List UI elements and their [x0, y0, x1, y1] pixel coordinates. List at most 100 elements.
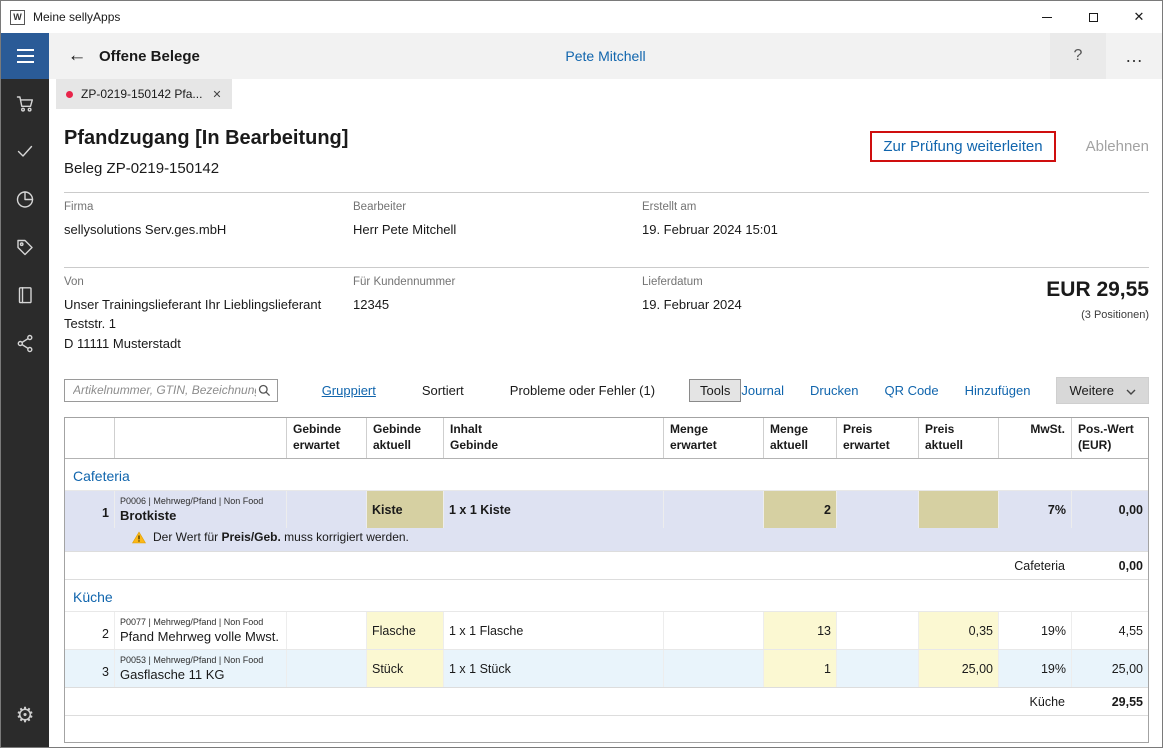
preis-aktuell-cell[interactable]	[919, 491, 999, 529]
tab-close-icon[interactable]: ✕	[212, 88, 221, 101]
help-button[interactable]: ?	[1050, 33, 1106, 79]
sorted-view-link[interactable]: Sortiert	[422, 383, 464, 398]
inhalt-gebinde-cell: 1 x 1 Flasche	[444, 612, 664, 650]
menge-aktuell-cell[interactable]: 13	[764, 612, 837, 650]
field-value: 19. Februar 2024 15:01	[642, 222, 778, 237]
field-label: Lieferdatum	[642, 275, 703, 288]
row-warning: Der Wert für Preis/Geb. muss korrigiert …	[65, 528, 1148, 552]
table-header-row: Gebinde erwartet Gebinde aktuell Inhalt Geb…	[65, 418, 1148, 460]
field-label: Bearbeiter	[353, 201, 407, 213]
mwst-cell: 19%	[999, 612, 1072, 650]
article-meta: P0006 | Mehrweg/Pfand | Non Food	[120, 496, 264, 507]
app-logo-icon: W	[10, 9, 25, 25]
window-title: Meine sellyApps	[33, 10, 121, 24]
minimize-icon	[1042, 16, 1052, 18]
sidebar-item-tasks[interactable]	[1, 127, 49, 175]
table-row[interactable]: 3 P0053 | Mehrweg/Pfand | Non Food Gasfl…	[65, 649, 1148, 688]
sidebar-item-documents[interactable]	[1, 271, 49, 319]
positions-count: (3 Positionen)	[1081, 308, 1149, 321]
gebinde-aktuell-cell[interactable]: Flasche	[367, 612, 444, 650]
article-name: Gasflasche 11 KG	[120, 667, 225, 683]
app-window: W Meine sellyApps ✕ ⚙ ← Offene Belege Pe…	[0, 0, 1163, 748]
more-actions-dropdown[interactable]: Weitere	[1056, 376, 1149, 404]
settings-button[interactable]: ⚙	[1, 691, 49, 739]
forward-for-review-button[interactable]: Zur Prüfung weiterleiten	[870, 131, 1056, 162]
document-content: Pfandzugang [In Bearbeitung] Beleg ZP-02…	[49, 109, 1162, 747]
chevron-down-icon	[1126, 383, 1136, 398]
field-label: Von	[64, 275, 84, 288]
search-input[interactable]	[71, 382, 258, 398]
group-subtotal-kueche: Küche 29,55	[65, 687, 1148, 717]
tab-strip: ZP-0219-150142 Pfa... ✕	[49, 79, 1162, 109]
menge-aktuell-cell[interactable]: 2	[764, 491, 837, 529]
preis-aktuell-cell[interactable]: 25,00	[919, 650, 999, 688]
sidebar-item-statistics[interactable]	[1, 175, 49, 223]
close-button[interactable]: ✕	[1116, 1, 1162, 33]
sidebar: ⚙	[1, 33, 49, 747]
maximize-button[interactable]	[1070, 1, 1116, 33]
article-meta: P0077 | Mehrweg/Pfand | Non Food	[120, 617, 264, 628]
gebinde-aktuell-cell[interactable]: Kiste	[367, 491, 444, 529]
problems-link[interactable]: Probleme oder Fehler (1)	[510, 383, 655, 398]
tag-icon	[17, 239, 33, 256]
field-bearbeiter: Bearbeiter Herr Pete Mitchell	[353, 201, 642, 240]
field-value: Herr Pete Mitchell	[353, 222, 457, 237]
article-name: Pfand Mehrweg volle Mwst.	[120, 629, 279, 645]
field-firma: Firma sellysolutions Serv.ges.mbH	[64, 201, 353, 240]
article-search[interactable]	[64, 378, 278, 402]
sidebar-item-cart[interactable]	[1, 79, 49, 127]
field-von: Von Unser Trainingslieferant Ihr Lieblin…	[64, 276, 353, 354]
article-cell: P0006 | Mehrweg/Pfand | Non Food Brotkis…	[115, 491, 287, 529]
tools-button[interactable]: Tools	[689, 378, 742, 402]
table-row[interactable]: 2 P0077 | Mehrweg/Pfand | Non Food Pfand…	[65, 611, 1148, 650]
header-article	[115, 418, 287, 459]
reject-button[interactable]: Ablehnen	[1086, 138, 1149, 155]
article-cell: P0053 | Mehrweg/Pfand | Non Food Gasflas…	[115, 650, 287, 688]
document-total: EUR 29,55 (3 Positionen)	[931, 276, 1149, 354]
print-link[interactable]: Drucken	[810, 383, 858, 398]
document-tab[interactable]: ZP-0219-150142 Pfa... ✕	[56, 79, 232, 109]
add-position-link[interactable]: Hinzufügen	[965, 383, 1031, 398]
page-title: Offene Belege	[99, 47, 200, 65]
group-subtotal-cafeteria: Cafeteria 0,00	[65, 551, 1148, 581]
header-menge-erwartet: Menge erwartet	[664, 418, 764, 459]
header-pos-wert: Pos.-Wert (EUR)	[1078, 422, 1134, 452]
preis-erwartet-cell	[837, 612, 919, 650]
gebinde-erwartet-cell	[287, 650, 367, 688]
document-actions: Zur Prüfung weiterleiten Ablehnen	[870, 131, 1149, 177]
menge-erwartet-cell	[664, 650, 764, 688]
group-header-kueche[interactable]: Küche	[65, 580, 1148, 611]
field-value: 19. Februar 2024	[642, 296, 742, 312]
hamburger-menu-button[interactable]	[1, 33, 49, 79]
sidebar-item-tags[interactable]	[1, 223, 49, 271]
table-row[interactable]: 1 P0006 | Mehrweg/Pfand | Non Food Brotk…	[65, 490, 1148, 529]
qr-code-link[interactable]: QR Code	[884, 383, 938, 398]
article-meta: P0053 | Mehrweg/Pfand | Non Food	[120, 655, 264, 666]
journal-link[interactable]: Journal	[741, 383, 784, 398]
sidebar-item-share[interactable]	[1, 319, 49, 367]
minimize-button[interactable]	[1024, 1, 1070, 33]
mwst-cell: 7%	[999, 491, 1072, 529]
subtotal-value: 0,00	[1118, 558, 1143, 573]
cart-icon	[16, 96, 33, 112]
field-kundennummer: Für Kundennummer 12345	[353, 276, 642, 354]
preis-erwartet-cell	[837, 650, 919, 688]
menge-aktuell-cell[interactable]: 1	[764, 650, 837, 688]
header-menge-aktuell: Menge aktuell	[764, 418, 837, 459]
article-name: Brotkiste	[120, 508, 177, 524]
article-cell: P0077 | Mehrweg/Pfand | Non Food Pfand M…	[115, 612, 287, 650]
user-menu[interactable]: Pete Mitchell	[565, 48, 645, 64]
book-icon	[18, 287, 32, 304]
gebinde-aktuell-cell[interactable]: Stück	[367, 650, 444, 688]
header-preis-aktuell: Preis aktuell	[919, 418, 999, 459]
group-header-cafeteria[interactable]: Cafeteria	[65, 459, 1148, 490]
pos-wert-cell: 0,00	[1118, 502, 1143, 517]
grouped-view-link[interactable]: Gruppiert	[322, 383, 376, 398]
gear-icon: ⚙	[15, 703, 35, 727]
back-button[interactable]: ←	[61, 45, 93, 67]
field-label: Firma	[64, 201, 94, 213]
preis-aktuell-cell[interactable]: 0,35	[919, 612, 999, 650]
maximize-icon	[1088, 12, 1098, 22]
field-value: sellysolutions Serv.ges.mbH	[64, 222, 227, 237]
more-options-button[interactable]: …	[1106, 33, 1162, 79]
